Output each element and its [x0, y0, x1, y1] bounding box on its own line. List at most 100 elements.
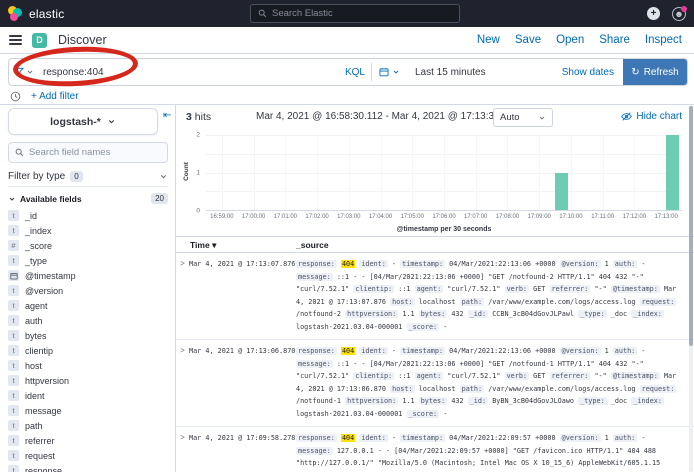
x-axis-ticks: 16:59:0017:00:0017:01:0017:02:0017:03:00… — [206, 214, 682, 223]
field-chip: timestamp: — [400, 260, 445, 268]
nav-action-new[interactable]: New — [477, 34, 500, 46]
text-field-icon: t — [8, 315, 19, 326]
field-item-agent[interactable]: tagent — [8, 298, 168, 313]
collapse-sidebar-icon[interactable]: ⇤ — [163, 110, 171, 121]
query-language-button[interactable]: KQL — [339, 59, 371, 85]
field-value: - — [392, 434, 396, 442]
notification-dot — [681, 6, 687, 12]
expand-row-icon[interactable]: > — [176, 432, 189, 472]
field-item-auth[interactable]: tauth — [8, 313, 168, 328]
field-chip: verb: — [505, 372, 529, 380]
field-item-@timestamp[interactable]: @timestamp — [8, 268, 168, 283]
field-item-message[interactable]: tmessage — [8, 403, 168, 418]
field-value: CCBN_3cB04dGovJLPawl — [492, 310, 574, 318]
filter-by-type-button[interactable]: Filter by type 0 — [8, 167, 168, 187]
saved-filters-clock-icon[interactable] — [10, 91, 21, 102]
available-fields-header[interactable]: Available fields 20 — [8, 193, 168, 204]
expand-row-icon[interactable]: > — [176, 258, 189, 333]
date-picker-button[interactable] — [372, 59, 406, 85]
y-tick-label: 1 — [196, 170, 200, 177]
hamburger-menu-icon[interactable] — [9, 33, 22, 47]
deployment-icon[interactable]: + — [647, 7, 660, 20]
eye-slash-icon — [621, 111, 632, 122]
field-item-host[interactable]: thost — [8, 358, 168, 373]
main-content: 3 hits Mar 4, 2021 @ 16:58:30.112 - Mar … — [176, 105, 694, 472]
add-filter-button[interactable]: + Add filter — [31, 91, 79, 102]
y-tick-label: 2 — [196, 132, 200, 139]
x-tick-label: 17:08:00 — [496, 214, 519, 220]
field-value: _doc — [611, 310, 627, 318]
field-name: _score — [25, 241, 52, 251]
histogram-bar[interactable] — [555, 173, 568, 211]
field-name: httpversion — [25, 376, 69, 386]
available-fields-label: Available fields — [20, 194, 82, 204]
hits-row: 3 hits Mar 4, 2021 @ 16:58:30.112 - Mar … — [176, 105, 694, 130]
field-item-ident[interactable]: tident — [8, 388, 168, 403]
scrollbar-thumb[interactable] — [689, 106, 693, 346]
field-value: - — [443, 323, 447, 331]
sort-desc-icon: ▾ — [212, 240, 216, 250]
field-item-bytes[interactable]: tbytes — [8, 328, 168, 343]
field-item-httpversion[interactable]: thttpversion — [8, 373, 168, 388]
refresh-label: Refresh — [644, 67, 679, 78]
hide-chart-button[interactable]: Hide chart — [621, 111, 682, 122]
field-item-referrer[interactable]: treferrer — [8, 433, 168, 448]
refresh-button[interactable]: ↻ Refresh — [623, 59, 687, 85]
field-name: @version — [25, 286, 63, 296]
filter-row: + Add filter — [10, 91, 79, 102]
saved-query-menu-button[interactable] — [9, 59, 39, 85]
field-chip: auth: — [613, 260, 637, 268]
interval-select[interactable]: Auto — [493, 108, 553, 127]
x-tick-label: 17:00:00 — [242, 214, 265, 220]
kibana-discover-screen: elastic Search Elastic + ☻ D Discover Ne… — [0, 0, 694, 472]
field-chip: _id: — [468, 397, 488, 405]
nav-action-share[interactable]: Share — [599, 34, 630, 46]
field-chip: response: — [296, 347, 337, 355]
field-chip: timestamp: — [400, 434, 445, 442]
field-chip: _index: — [631, 310, 664, 318]
brand: elastic — [0, 6, 64, 21]
text-field-icon: t — [8, 420, 19, 431]
field-item-request[interactable]: trequest — [8, 448, 168, 463]
field-chip: agent: — [415, 372, 444, 380]
field-item-_id[interactable]: t_id — [8, 208, 168, 223]
column-header-time[interactable]: Time ▾ — [190, 240, 216, 251]
index-pattern-selector[interactable]: logstash-* — [8, 108, 158, 135]
expand-row-icon[interactable]: > — [176, 345, 189, 420]
field-value: 1 — [605, 434, 609, 442]
field-item-_index[interactable]: t_index — [8, 223, 168, 238]
field-chip: _type: — [578, 310, 607, 318]
field-search-input[interactable]: Search field names — [8, 142, 168, 163]
nav-action-save[interactable]: Save — [515, 34, 541, 46]
user-avatar[interactable]: ☻ — [672, 7, 686, 21]
field-chip: response: — [296, 260, 337, 268]
field-value: logstash-2021.03.04-000001 — [296, 410, 402, 418]
global-search-input[interactable]: Search Elastic — [250, 4, 460, 23]
field-item-@version[interactable]: t@version — [8, 283, 168, 298]
field-chip: auth: — [613, 347, 637, 355]
query-input[interactable]: response:404 — [39, 59, 339, 85]
field-item-_score[interactable]: #_score — [8, 238, 168, 253]
field-chip: path: — [460, 385, 484, 393]
nav-action-inspect[interactable]: Inspect — [645, 34, 682, 46]
field-item-clientip[interactable]: tclientip — [8, 343, 168, 358]
field-chip: _index: — [631, 397, 664, 405]
field-value: 04/Mar/2021:22:13:06 +0000 — [449, 260, 555, 268]
field-value: "-" — [594, 372, 606, 380]
field-item-response[interactable]: tresponse — [8, 463, 168, 472]
show-dates-button[interactable]: Show dates — [562, 67, 614, 78]
x-tick-label: 17:06:00 — [432, 214, 455, 220]
field-value: ::1 — [398, 285, 410, 293]
histogram-bar[interactable] — [666, 135, 679, 210]
query-bar: response:404 KQL Last 15 minutes Show da… — [0, 54, 694, 104]
field-name: request — [25, 451, 55, 461]
time-range-label[interactable]: Last 15 minutes — [415, 67, 486, 78]
nav-action-open[interactable]: Open — [556, 34, 584, 46]
field-value: 404 — [341, 347, 355, 355]
row-time: Mar 4, 2021 @ 17:09:58.278 — [189, 432, 296, 472]
table-row: >Mar 4, 2021 @ 17:13:07.876response: 404… — [176, 253, 694, 340]
field-item-path[interactable]: tpath — [8, 418, 168, 433]
field-item-_type[interactable]: t_type — [8, 253, 168, 268]
chevron-down-icon — [538, 114, 546, 122]
field-chip: httpversion: — [345, 310, 398, 318]
